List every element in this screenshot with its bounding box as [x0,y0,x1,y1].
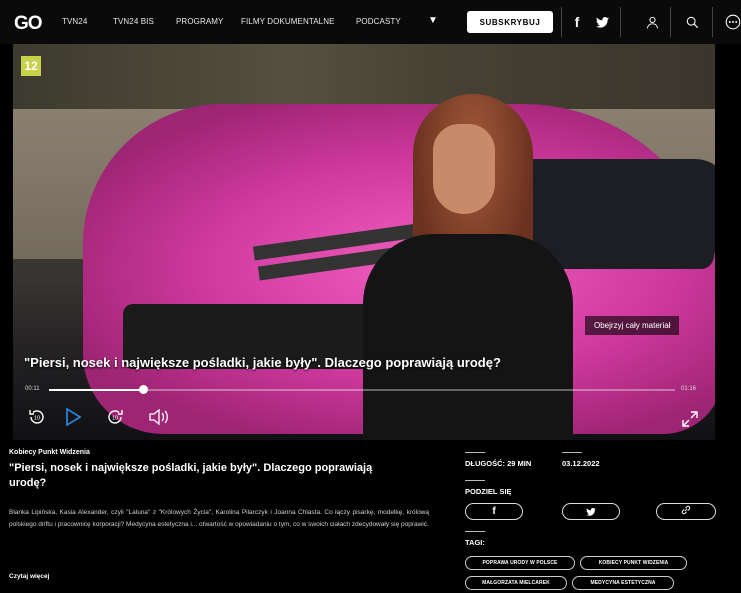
svg-text:10: 10 [112,416,118,422]
progress-bar-fill [49,389,143,391]
nav-divider [670,7,671,37]
fullscreen-icon[interactable] [681,410,699,428]
date-label: 03.12.2022 [562,459,600,468]
divider [465,531,485,532]
rewind-10-icon[interactable]: 10 [25,406,49,428]
nav-item-tvn24[interactable]: TVN24 [62,17,87,26]
svg-text:10: 10 [34,416,40,422]
video-person-face [433,124,495,214]
duration-label: DŁUGOŚĆ: 29 MIN [465,459,532,468]
age-rating-badge: 12 [21,56,41,76]
nav-divider [561,7,562,37]
top-navigation: GO TVN24 TVN24 BIS PROGRAMY FILMY DOKUME… [0,0,741,44]
share-label: PODZIEL SIĘ [465,487,512,496]
divider [465,452,485,453]
video-person-jacket [363,234,573,440]
article-title: "Piersi, nosek i największe pośladki, ja… [9,462,373,489]
current-time: 00:11 [25,386,40,392]
facebook-icon[interactable]: f [566,11,588,33]
nav-item-podcasty[interactable]: PODCASTY [356,17,401,26]
twitter-icon [586,503,596,521]
tag-chip[interactable]: KOBIECY PUNKT WIDZENIA [580,556,687,570]
search-icon[interactable] [681,11,703,33]
divider [465,480,485,481]
logo[interactable]: GO [14,13,43,35]
nav-item-filmy-dokumentalne[interactable]: FILMY DOKUMENTALNE [241,17,335,26]
share-twitter-button[interactable] [562,503,620,520]
share-facebook-button[interactable]: f [465,503,523,520]
watch-full-button[interactable]: Obejrzyj cały materiał [585,316,680,335]
show-name[interactable]: Kobiecy Punkt Widzenia [9,449,90,456]
user-icon[interactable] [641,11,663,33]
twitter-icon[interactable] [591,11,613,33]
video-player[interactable]: 12 Obejrzyj cały materiał "Piersi, nosek… [13,44,715,440]
volume-icon[interactable] [147,406,171,428]
nav-item-programy[interactable]: PROGRAMY [176,17,223,26]
total-time: 01:16 [681,386,697,392]
progress-bar-handle[interactable] [138,385,148,394]
progress-bar[interactable] [49,385,675,394]
more-menu-caret-icon[interactable]: ▼ [428,15,438,26]
divider [562,452,582,453]
read-more-link[interactable]: Czytaj więcej [9,573,49,580]
link-icon [680,503,692,521]
nav-divider [712,7,713,37]
tag-chip[interactable]: POPRAWA URODY W POLSCE [465,556,575,570]
tag-chip[interactable]: MEDYCYNA ESTETYCZNA [572,576,674,590]
article-description: Blanka Lipińska, Kasia Alexander, czyli … [9,509,429,528]
play-icon[interactable] [61,406,85,428]
facebook-icon: f [492,506,496,517]
share-link-button[interactable] [656,503,716,520]
video-overlay-title: "Piersi, nosek i największe pośladki, ja… [24,355,501,370]
subscribe-button[interactable]: SUBSKRYBUJ [467,11,553,33]
forward-10-icon[interactable]: 10 [103,406,127,428]
tag-chip[interactable]: MAŁGORZATA MIELCAREK [465,576,567,590]
tags-label: TAGI: [465,538,485,547]
more-options-icon[interactable] [722,11,741,33]
nav-item-tvn24-bis[interactable]: TVN24 BIS [113,17,154,26]
nav-divider [620,7,621,37]
